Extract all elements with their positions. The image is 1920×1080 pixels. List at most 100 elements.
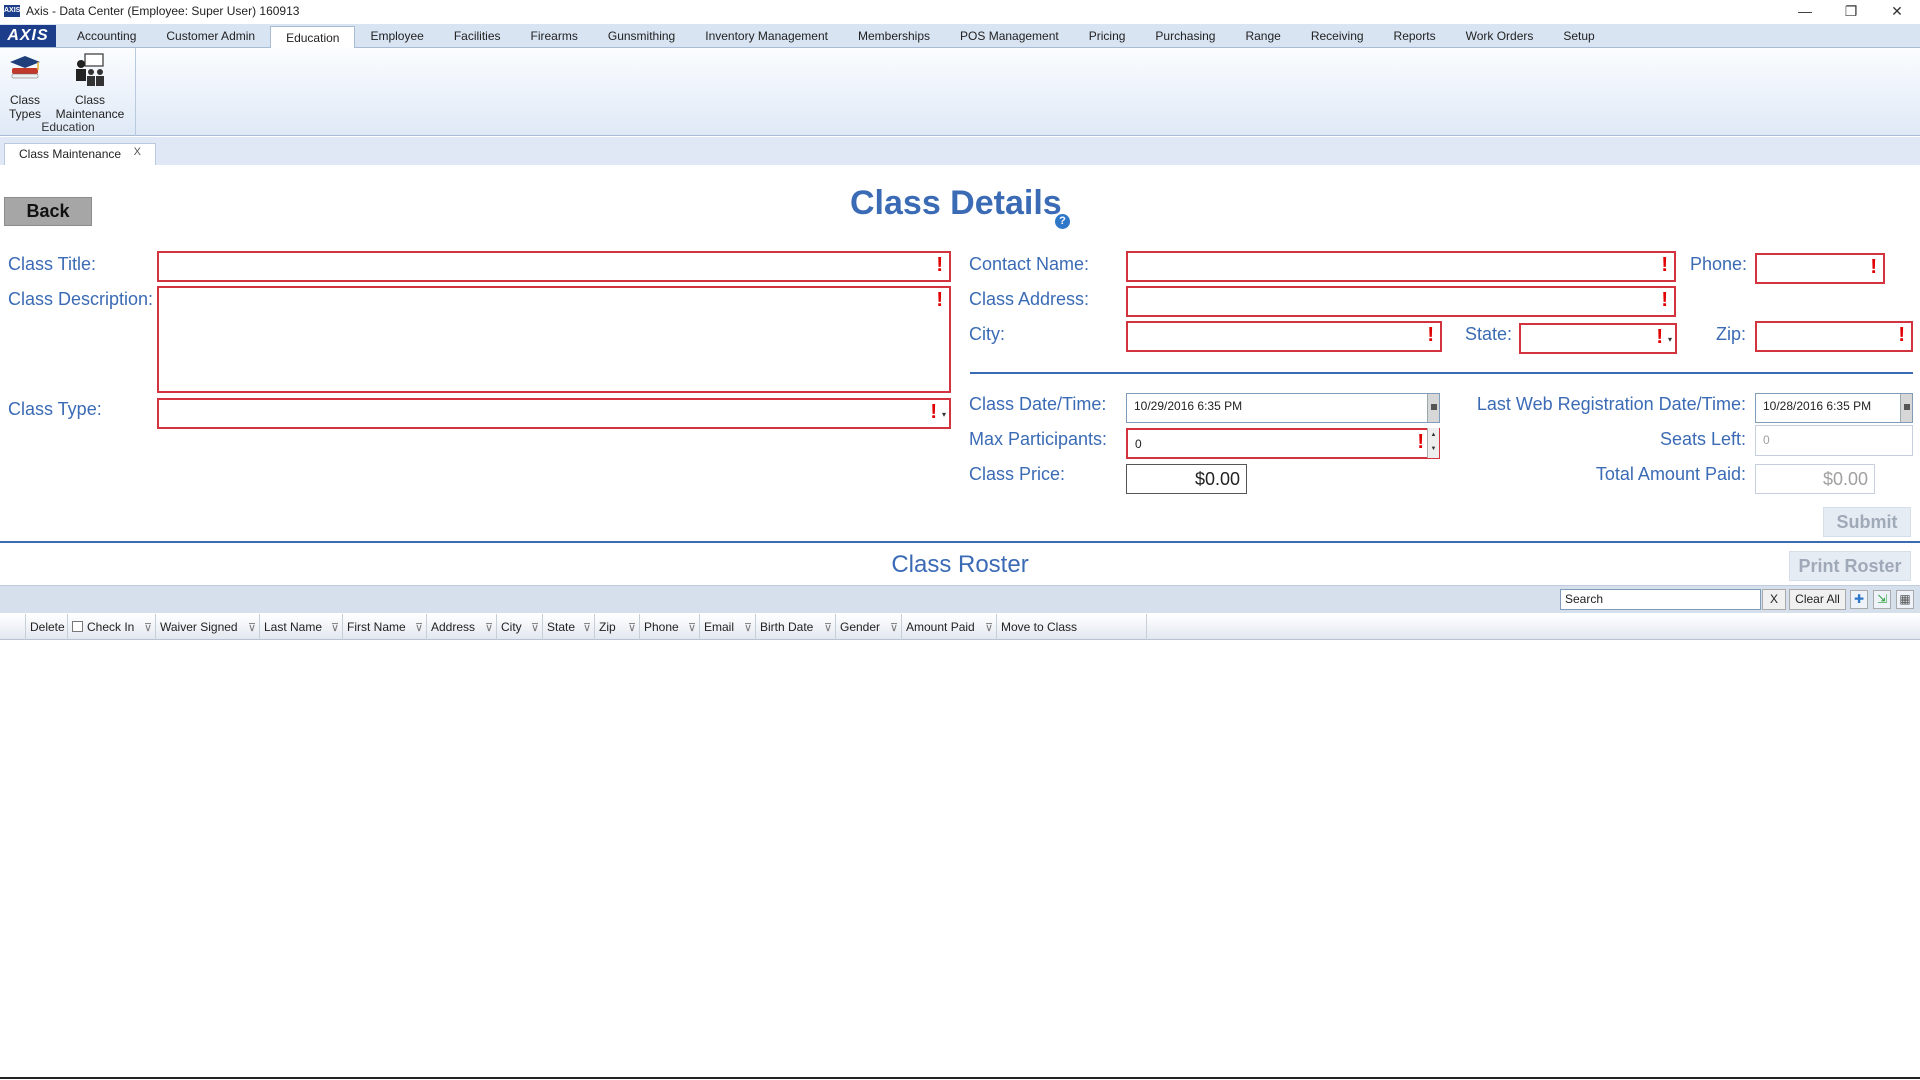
column-label: Amount Paid: [906, 620, 975, 634]
state-dropdown[interactable]: ! ▾: [1519, 323, 1677, 354]
tab-work-orders[interactable]: Work Orders: [1451, 25, 1549, 47]
tab-pricing[interactable]: Pricing: [1074, 25, 1141, 47]
minimize-button[interactable]: —: [1782, 0, 1828, 22]
required-icon: !: [1661, 254, 1668, 276]
print-roster-button[interactable]: Print Roster: [1789, 551, 1911, 581]
tab-gunsmithing[interactable]: Gunsmithing: [593, 25, 690, 47]
column-email[interactable]: Email ⊽: [700, 614, 756, 640]
class-types-button[interactable]: Class Types: [6, 52, 44, 121]
required-icon: !: [1656, 326, 1663, 348]
tab-setup[interactable]: Setup: [1548, 25, 1609, 47]
column-city[interactable]: City ⊽: [497, 614, 543, 640]
column-label: First Name: [347, 620, 406, 634]
class-title-field[interactable]: !: [157, 251, 951, 282]
filter-icon[interactable]: ⊽: [415, 615, 423, 641]
spin-buttons[interactable]: ▲ ▼: [1427, 428, 1439, 458]
class-price-value: $0.00: [1194, 469, 1240, 489]
filter-icon[interactable]: ⊽: [688, 615, 696, 641]
tab-purchasing[interactable]: Purchasing: [1140, 25, 1230, 47]
clear-all-button[interactable]: Clear All: [1789, 589, 1846, 610]
grid-settings-icon[interactable]: ▦: [1896, 590, 1914, 609]
tab-firearms[interactable]: Firearms: [516, 25, 593, 47]
tab-employee[interactable]: Employee: [355, 25, 438, 47]
filter-icon[interactable]: ⊽: [583, 615, 591, 641]
filter-icon[interactable]: ⊽: [824, 615, 832, 641]
calendar-icon[interactable]: [1900, 394, 1912, 422]
select-all-checkbox[interactable]: [72, 621, 83, 632]
tab-class-maintenance[interactable]: Class Maintenance X: [4, 143, 156, 165]
filter-icon[interactable]: ⊽: [331, 615, 339, 641]
filter-icon[interactable]: ⊽: [890, 615, 898, 641]
submit-button[interactable]: Submit: [1823, 507, 1911, 537]
close-tab-icon[interactable]: X: [134, 142, 141, 162]
back-button[interactable]: Back: [4, 197, 92, 226]
restore-button[interactable]: ❐: [1828, 0, 1874, 22]
class-datetime-label: Class Date/Time:: [969, 394, 1107, 414]
class-address-label: Class Address:: [969, 289, 1090, 309]
class-description-field[interactable]: !: [157, 286, 951, 393]
column-state[interactable]: State ⊽: [543, 614, 595, 640]
window-title: Axis - Data Center (Employee: Super User…: [26, 4, 300, 18]
tab-memberships[interactable]: Memberships: [843, 25, 945, 47]
column-address[interactable]: Address ⊽: [427, 614, 497, 640]
column-first-name[interactable]: First Name ⊽: [343, 614, 427, 640]
title-bar: AXIS Axis - Data Center (Employee: Super…: [0, 0, 1920, 22]
calendar-icon[interactable]: [1427, 394, 1439, 422]
zip-field[interactable]: !: [1755, 321, 1913, 352]
filter-icon[interactable]: ⊽: [744, 615, 752, 641]
seats-left-label: Seats Left:: [1659, 429, 1746, 449]
filter-icon[interactable]: ⊽: [628, 615, 636, 641]
pin-icon[interactable]: ✚: [1850, 590, 1868, 609]
column-gender[interactable]: Gender ⊽: [836, 614, 902, 640]
class-type-dropdown[interactable]: ! ▾: [157, 398, 951, 429]
column-check-in[interactable]: Check In ⊽: [68, 614, 156, 640]
ribbon: Class Types Class Maintenance Education: [0, 48, 1920, 136]
search-clear-button[interactable]: X: [1762, 589, 1786, 610]
class-maintenance-button[interactable]: Class Maintenance: [52, 52, 128, 121]
column-last-name[interactable]: Last Name ⊽: [260, 614, 343, 640]
column-move-to-class[interactable]: Move to Class: [997, 614, 1147, 640]
total-amount-paid-value: $0.00: [1822, 469, 1868, 489]
last-web-registration-picker[interactable]: 10/28/2016 6:35 PM: [1755, 393, 1913, 423]
filter-icon[interactable]: ⊽: [248, 615, 256, 641]
column-waiver-signed[interactable]: Waiver Signed ⊽: [156, 614, 260, 640]
filter-icon[interactable]: ⊽: [985, 615, 993, 641]
window-bottom-edge: [0, 1077, 1920, 1079]
class-datetime-picker[interactable]: 10/29/2016 6:35 PM: [1126, 393, 1440, 423]
close-button[interactable]: ✕: [1874, 0, 1920, 22]
tab-education[interactable]: Education: [270, 26, 356, 48]
city-field[interactable]: !: [1126, 321, 1442, 352]
class-address-field[interactable]: !: [1126, 286, 1676, 317]
tab-inventory-management[interactable]: Inventory Management: [690, 25, 843, 47]
tab-reports[interactable]: Reports: [1379, 25, 1451, 47]
class-price-field[interactable]: $0.00: [1126, 464, 1247, 494]
search-input[interactable]: Search: [1560, 589, 1761, 610]
max-participants-stepper[interactable]: 0 ! ▲ ▼: [1126, 428, 1440, 459]
required-icon: !: [1661, 289, 1668, 311]
column-zip[interactable]: Zip ⊽: [595, 614, 640, 640]
filter-icon[interactable]: ⊽: [531, 615, 539, 641]
column-label: Move to Class: [1001, 620, 1078, 634]
contact-name-field[interactable]: !: [1126, 251, 1676, 282]
class-types-icon: [10, 56, 40, 79]
required-icon: !: [936, 254, 943, 276]
column-phone[interactable]: Phone ⊽: [640, 614, 700, 640]
tab-range[interactable]: Range: [1230, 25, 1295, 47]
tab-accounting[interactable]: Accounting: [62, 25, 151, 47]
help-icon[interactable]: ?: [1055, 214, 1070, 229]
column-delete[interactable]: Delete: [26, 614, 68, 640]
phone-label: Phone:: [1690, 254, 1748, 274]
filter-icon[interactable]: ⊽: [144, 615, 152, 641]
tab-pos-management[interactable]: POS Management: [945, 25, 1074, 47]
class-description-label: Class Description:: [8, 289, 154, 309]
filter-icon[interactable]: ⊽: [485, 615, 493, 641]
section-divider: [970, 372, 1913, 374]
tab-facilities[interactable]: Facilities: [439, 25, 516, 47]
column-amount-paid[interactable]: Amount Paid ⊽: [902, 614, 997, 640]
export-icon[interactable]: ⇲: [1873, 590, 1891, 609]
phone-field[interactable]: !: [1755, 253, 1885, 284]
column-birth-date[interactable]: Birth Date ⊽: [756, 614, 836, 640]
tab-customer-admin[interactable]: Customer Admin: [151, 25, 270, 47]
roster-divider: [0, 541, 1920, 543]
tab-receiving[interactable]: Receiving: [1296, 25, 1379, 47]
